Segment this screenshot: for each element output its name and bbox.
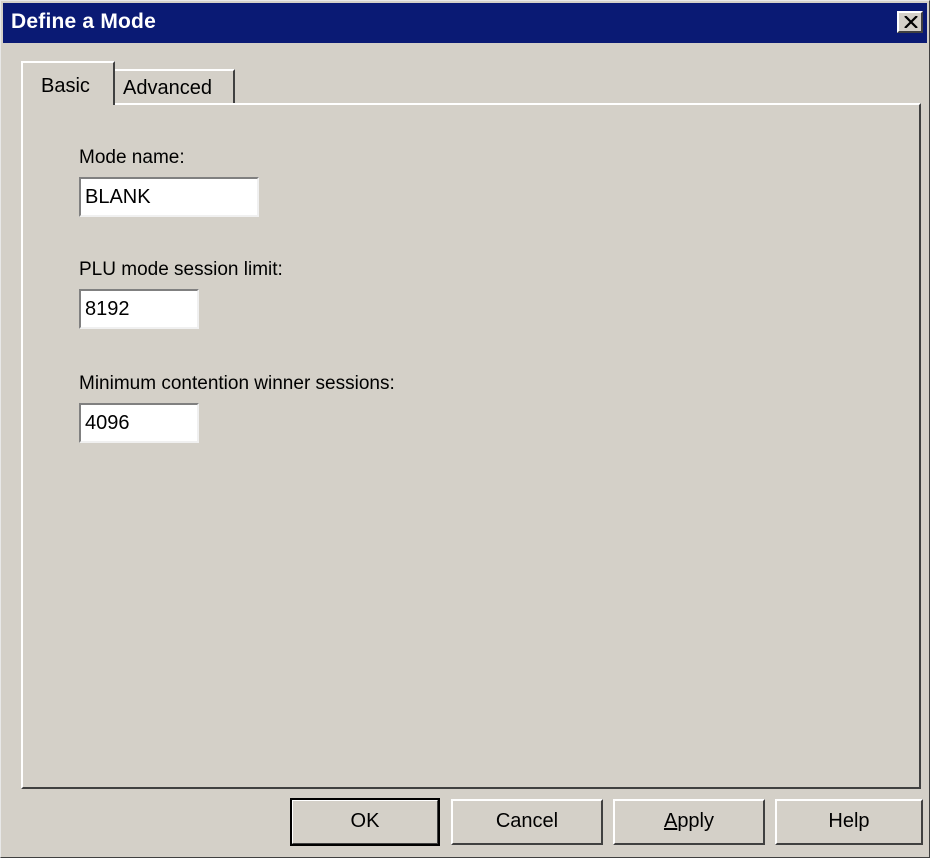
plu-limit-input[interactable] — [79, 289, 199, 329]
cancel-button[interactable]: Cancel — [451, 799, 603, 845]
close-icon — [904, 16, 918, 28]
dialog-window: Define a Mode Basic Advanced Mode name: … — [0, 0, 930, 858]
title-bar[interactable]: Define a Mode — [3, 3, 927, 43]
tab-basic-label: Basic — [41, 75, 90, 97]
tab-advanced[interactable]: Advanced — [113, 69, 235, 105]
min-winner-label: Minimum contention winner sessions: — [79, 373, 395, 394]
apply-button[interactable]: Apply — [613, 799, 765, 845]
mode-name-input[interactable] — [79, 177, 259, 217]
tab-basic[interactable]: Basic — [21, 61, 115, 105]
ok-button[interactable]: OK — [290, 798, 440, 846]
tab-advanced-label: Advanced — [123, 77, 212, 99]
help-button[interactable]: Help — [775, 799, 923, 845]
window-title: Define a Mode — [11, 10, 156, 33]
plu-limit-label: PLU mode session limit: — [79, 259, 283, 280]
tab-panel-basic: Mode name: PLU mode session limit: Minim… — [21, 103, 921, 789]
mode-name-label: Mode name: — [79, 147, 185, 168]
apply-accelerator: A — [663, 810, 678, 832]
apply-label-rest: pply — [677, 810, 715, 832]
min-winner-input[interactable] — [79, 403, 199, 443]
close-button[interactable] — [897, 11, 923, 33]
